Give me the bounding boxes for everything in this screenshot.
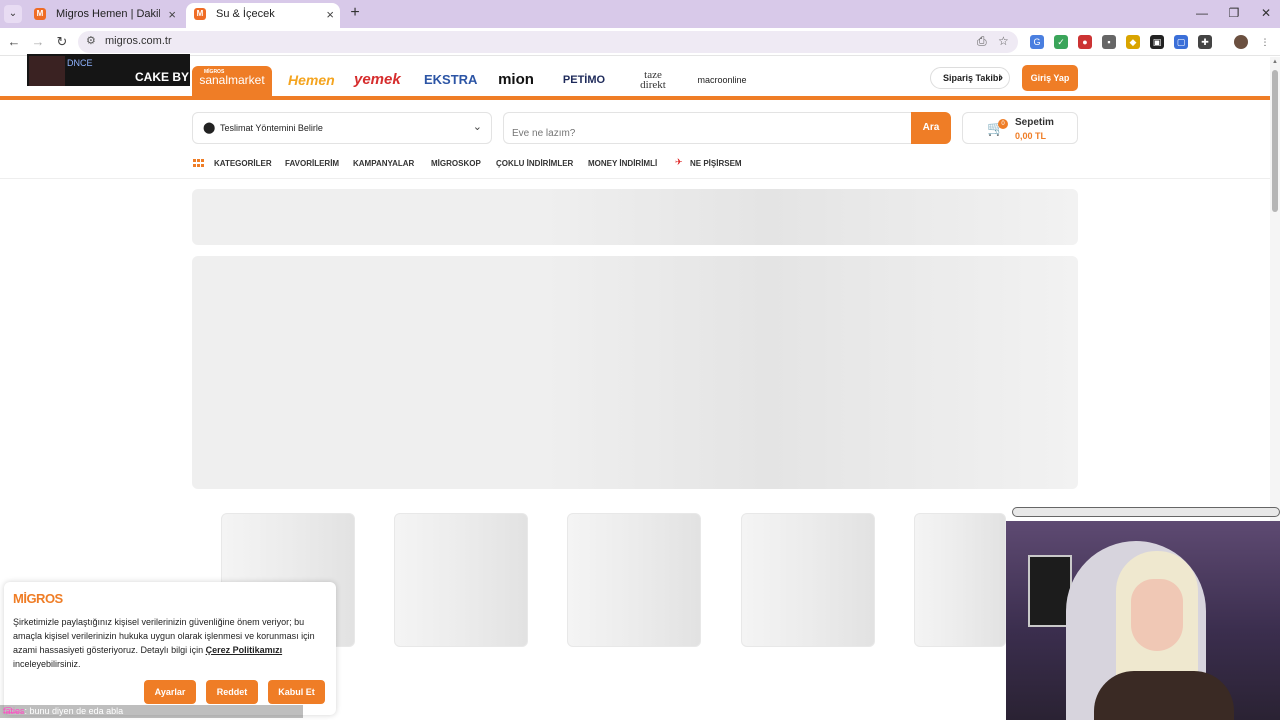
song-title: CAKE BY T (135, 70, 190, 84)
delivery-method-select[interactable]: ⬤ Teslimat Yöntemini Belirle ⌄ (192, 112, 492, 144)
bookmark-star-icon[interactable]: ☆ (998, 34, 1009, 48)
webcam-person-face (1131, 579, 1183, 651)
shield-extension-icon[interactable]: ✓ (1054, 35, 1068, 49)
brand-tab-macroonline[interactable]: macroonline (696, 66, 748, 100)
nav-item-ne-pisirsem[interactable]: NE PİŞİRSEM (690, 159, 742, 168)
minimize-icon[interactable]: — (1190, 4, 1214, 22)
cart-count-badge: 0 (998, 119, 1008, 129)
install-app-icon[interactable]: ⎙ (977, 34, 987, 49)
extension-icon[interactable]: ▪ (1102, 35, 1116, 49)
cookie-consent-banner: MİGROS Şirketimizle paylaştığınız kişise… (4, 582, 336, 715)
chat-username: f̶͡a̶̶t̶i̶e̶s (3, 706, 25, 716)
cart-title: Sepetim (1015, 117, 1054, 128)
category-nav: KATEGORİLER FAVORİLERİM KAMPANYALAR MİGR… (0, 150, 1270, 179)
cookie-policy-link[interactable]: Çerez Politikamızı (206, 645, 283, 655)
tab-title: Migros Hemen | Dakikalar İçinde (56, 8, 160, 20)
brand-tab-yemek[interactable]: yemek (354, 66, 401, 100)
cart-total: 0,00 TL (1015, 131, 1047, 141)
cookie-text-after: inceleyebilirsiniz. (13, 659, 81, 669)
order-tracking-label: Sipariş Takibi (943, 73, 1001, 83)
page-scrollbar-thumb[interactable] (1272, 70, 1278, 212)
cookie-text: Şirketimizle paylaştığınız kişisel veril… (13, 615, 327, 671)
cookie-reject-button[interactable]: Reddet (206, 680, 258, 704)
extension-icon[interactable]: ▢ (1174, 35, 1188, 49)
chevron-right-icon: › (999, 72, 1003, 84)
reload-icon[interactable]: ↻ (53, 33, 71, 51)
extensions-puzzle-icon[interactable]: ✚ (1198, 35, 1212, 49)
address-url: migros.com.tr (105, 35, 172, 47)
tab-search-button[interactable]: ⌄ (4, 5, 22, 23)
migros-logo: MİGROS (13, 591, 63, 606)
cart-button[interactable]: 🛒 0 Sepetim 0,00 TL (962, 112, 1078, 144)
tab-close-icon[interactable]: × (168, 3, 176, 26)
extension-icon[interactable]: ◆ (1126, 35, 1140, 49)
chevron-down-icon: ⌄ (472, 121, 482, 133)
tab-close-icon[interactable]: × (326, 3, 334, 26)
extension-icon[interactable]: ● (1078, 35, 1092, 49)
search-input[interactable] (503, 112, 911, 144)
new-tab-button[interactable]: + (346, 4, 364, 22)
browser-menu-icon[interactable]: ⋮ (1258, 35, 1272, 49)
nav-item-migroskop[interactable]: MİGROSKOP (431, 159, 481, 168)
skeleton-banner-large (192, 256, 1078, 489)
order-tracking-button[interactable]: Sipariş Takibi › (930, 67, 1010, 89)
browser-toolbar: ← → ↻ ⚙ migros.com.tr ⎙ ☆ G ✓ ● ▪ ◆ ▣ ▢ … (0, 28, 1280, 56)
chef-hat-icon: ✈ (675, 157, 683, 167)
search-button[interactable]: Ara (911, 112, 951, 144)
skeleton-product-card (741, 513, 875, 647)
album-art (29, 56, 65, 86)
delivery-method-label: Teslimat Yöntemini Belirle (220, 123, 323, 133)
maximize-icon[interactable]: ❐ (1222, 4, 1246, 22)
brand-tab-taze-direkt[interactable]: taze direkt (636, 66, 670, 100)
cookie-accept-button[interactable]: Kabul Et (268, 680, 325, 704)
brand-tab-sanalmarket[interactable]: MİGROS sanalmarket (192, 66, 272, 100)
webcam-person-body (1094, 671, 1234, 720)
stream-goal-bar (1012, 507, 1280, 517)
stream-music-overlay: DNCE CAKE BY T (27, 54, 190, 86)
tab-title: Su & İçecek (216, 8, 275, 20)
nav-item-kategoriler[interactable]: KATEGORİLER (214, 159, 272, 168)
skeleton-product-card (914, 513, 1006, 647)
address-bar[interactable]: ⚙ migros.com.tr ⎙ ☆ (78, 31, 1018, 53)
login-button[interactable]: Giriş Yap (1022, 65, 1078, 91)
translate-extension-icon[interactable]: G (1030, 35, 1044, 49)
scroll-up-icon[interactable]: ▲ (1272, 59, 1278, 65)
location-pin-icon: ⬤ (203, 122, 216, 134)
nav-item-money-indirimli[interactable]: MONEY İNDİRİMLİ (588, 159, 657, 168)
nav-item-kampanyalar[interactable]: KAMPANYALAR (353, 159, 414, 168)
skeleton-product-card (394, 513, 528, 647)
extension-icon[interactable]: ▣ (1150, 35, 1164, 49)
brand-tab-mion[interactable]: mion (495, 66, 537, 100)
forward-arrow-icon[interactable]: → (29, 33, 47, 51)
skeleton-banner-small (192, 189, 1078, 245)
brand-sub: MİGROS (204, 69, 225, 75)
back-arrow-icon[interactable]: ← (5, 33, 23, 51)
migros-favicon-icon: M (194, 8, 206, 20)
nav-item-coklu-indirimler[interactable]: ÇOKLU İNDİRİMLER (496, 159, 573, 168)
browser-tab-migros-hemen[interactable]: M Migros Hemen | Dakikalar İçinde × (26, 3, 182, 28)
profile-avatar[interactable] (1234, 35, 1248, 49)
site-header: MİGROS sanalmarket Hemen yemek EKSTRA mi… (0, 57, 1270, 100)
brand-label: sanalmarket (199, 73, 265, 87)
cookie-settings-button[interactable]: Ayarlar (144, 680, 196, 704)
brand-tab-hemen[interactable]: Hemen (288, 66, 335, 100)
browser-tab-strip: ⌄ M Migros Hemen | Dakikalar İçinde × M … (0, 0, 1280, 28)
brand-tab-ekstra[interactable]: EKSTRA (424, 66, 477, 100)
artist-label: DNCE (67, 58, 93, 68)
window-close-icon[interactable]: ✕ (1254, 4, 1278, 22)
webcam-feed (1006, 521, 1280, 720)
chat-text: bunu diyen de eda abla (29, 706, 124, 716)
skeleton-product-card (567, 513, 701, 647)
nav-item-favorilerim[interactable]: FAVORİLERİM (285, 159, 339, 168)
brand-tab-petimo[interactable]: PETİMO (562, 66, 606, 100)
site-info-icon[interactable]: ⚙ (86, 34, 96, 47)
browser-tab-su-icecek[interactable]: M Su & İçecek × (186, 3, 340, 28)
stream-chat-message: f̶͡a̶̶t̶i̶e̶s: bunu diyen de eda abla (0, 705, 303, 718)
migros-favicon-icon: M (34, 8, 46, 20)
grid-menu-icon (193, 159, 205, 169)
